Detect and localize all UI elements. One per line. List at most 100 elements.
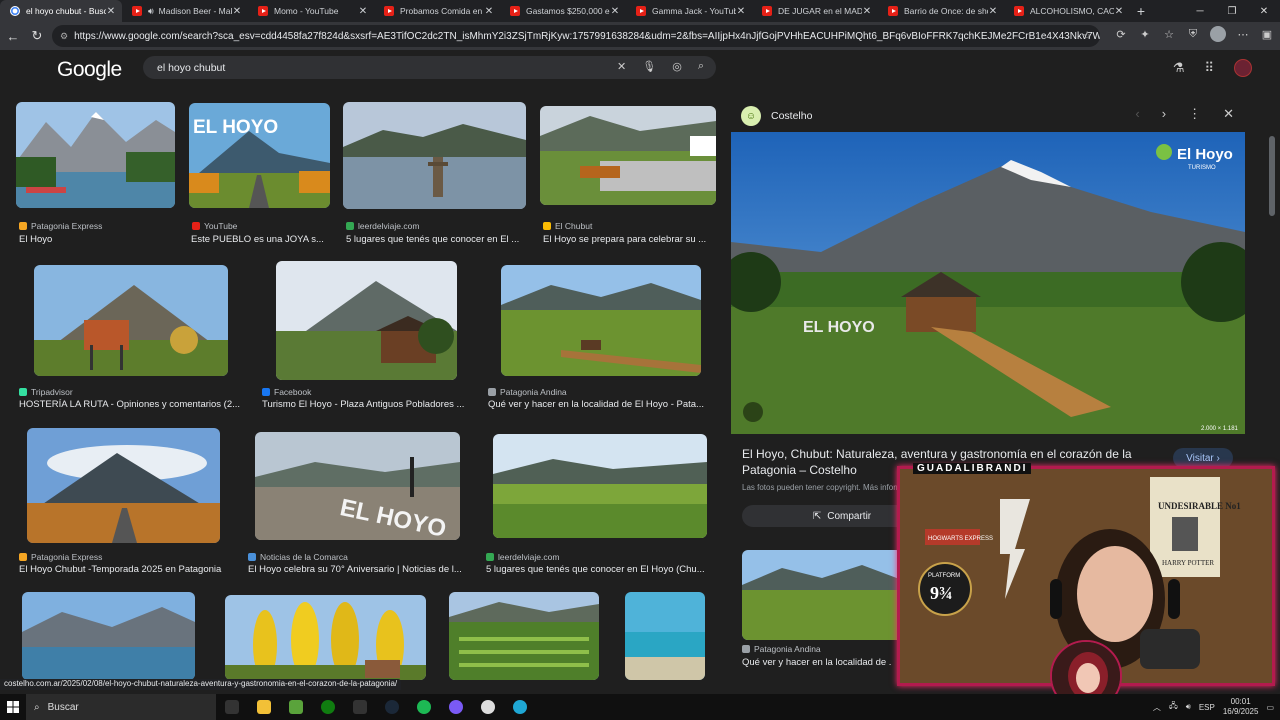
menu-dots-icon[interactable]: ⋯ [1236, 27, 1250, 41]
result-thumbnail[interactable] [34, 265, 228, 376]
tab-youtube[interactable]: Momo - YouTube ✕ [248, 0, 374, 22]
close-tab-icon[interactable]: ✕ [232, 6, 242, 17]
result-title[interactable]: 5 lugares que tenés que conocer en El Ho… [486, 564, 710, 575]
search-input[interactable]: el hoyo chubut ✕ 🎙︎ ◎ ⌕ [143, 56, 716, 79]
shield-icon[interactable]: ⛨ [1186, 27, 1200, 41]
close-tab-icon[interactable]: ✕ [484, 6, 494, 17]
address-bar[interactable]: ⚙ https://www.google.com/search?sca_esv=… [52, 25, 1100, 47]
spotify-icon[interactable] [408, 694, 440, 720]
close-window-icon[interactable]: ✕ [1248, 0, 1280, 22]
edge-icon[interactable] [504, 694, 536, 720]
tab-youtube[interactable]: DE JUGAR en el MADRID ✕ [752, 0, 878, 22]
result-source: Facebook [262, 387, 311, 397]
preview-image[interactable]: EL HOYO El Hoyo TURISMO 2.000 × 1.181 [731, 132, 1245, 434]
speaker-icon[interactable]: 🔊︎ [148, 6, 154, 17]
site-info-icon[interactable]: ⚙ [60, 31, 68, 42]
lens-icon[interactable]: ◎ [672, 60, 682, 73]
bookmark-star-icon[interactable]: ☆ [1082, 29, 1092, 42]
result-title[interactable]: 5 lugares que tenés que conocer en El ..… [346, 234, 526, 245]
network-icon[interactable]: 🖧︎ [1169, 700, 1178, 714]
tab-youtube[interactable]: Barrio de Once: de shopping ✕ [878, 0, 1004, 22]
site-name[interactable]: Costelho [771, 110, 812, 122]
notifications-icon[interactable]: ▭ [1266, 703, 1274, 712]
close-tab-icon[interactable]: ✕ [862, 6, 872, 17]
close-tab-icon[interactable]: ✕ [1114, 6, 1124, 17]
language-indicator[interactable]: ESP [1199, 703, 1215, 712]
xbox-icon[interactable] [312, 694, 344, 720]
volume-icon[interactable]: 🔊︎ [1186, 702, 1191, 712]
profile-avatar[interactable] [1210, 26, 1226, 42]
result-title[interactable]: El Hoyo Chubut -Temporada 2025 en Patago… [19, 564, 233, 575]
steam-icon[interactable] [376, 694, 408, 720]
back-icon[interactable]: ← [2, 25, 24, 47]
result-title[interactable]: El Hoyo celebra su 70° Aniversario | Not… [248, 564, 470, 575]
account-avatar[interactable] [1234, 59, 1252, 77]
close-icon[interactable]: ✕ [1223, 106, 1234, 122]
result-title[interactable]: Turismo El Hoyo - Plaza Antiguos Poblado… [262, 399, 470, 410]
apps-grid-icon[interactable]: ⠿ [1204, 60, 1214, 76]
result-thumbnail[interactable] [501, 265, 701, 376]
extension-icon[interactable]: ⟳ [1114, 27, 1128, 41]
close-tab-icon[interactable]: ✕ [988, 6, 998, 17]
tab-google-search[interactable]: el hoyo chubut - Buscar con Google ✕ [0, 0, 122, 22]
puzzle-icon[interactable]: ✦ [1138, 27, 1152, 41]
related-thumbnail[interactable] [742, 550, 902, 640]
result-title[interactable]: El Hoyo se prepara para celebrar su ... [543, 234, 715, 245]
search-icon[interactable]: ⌕ [698, 60, 704, 73]
sign-text: EL HOYO [803, 319, 875, 336]
visit-button[interactable]: Visitar › [1173, 448, 1233, 468]
result-thumbnail[interactable]: EL HOYO [189, 103, 330, 208]
restore-icon[interactable]: ❐ [1216, 0, 1248, 22]
result-thumbnail[interactable] [343, 102, 526, 209]
tab-youtube[interactable]: Probamos Comida en MacDonalds ✕ [374, 0, 500, 22]
source-favicon [346, 222, 354, 230]
result-thumbnail[interactable] [540, 106, 716, 205]
taskview-icon[interactable] [216, 694, 248, 720]
result-thumbnail[interactable] [493, 434, 707, 538]
reload-icon[interactable]: ↻ [26, 25, 48, 47]
clock[interactable]: 00:01 16/9/2025 [1223, 697, 1259, 717]
more-icon[interactable]: ⋮ [1188, 106, 1201, 122]
chrome-icon[interactable] [472, 694, 504, 720]
previous-icon[interactable]: ‹ [1135, 106, 1139, 122]
result-title[interactable]: Qué ver y hacer en la localidad de El Ho… [488, 399, 710, 410]
site-favicon: ☺ [741, 106, 761, 126]
next-icon[interactable]: › [1162, 106, 1166, 122]
close-tab-icon[interactable]: ✕ [736, 6, 746, 17]
clear-icon[interactable]: ✕ [617, 60, 626, 73]
result-thumbnail[interactable] [625, 592, 705, 680]
tray-arrow-icon[interactable]: ︿ [1153, 702, 1161, 713]
obs-icon[interactable] [440, 694, 472, 720]
new-tab-button[interactable]: + [1130, 0, 1152, 22]
result-thumbnail[interactable]: EL HOYO [255, 432, 460, 540]
taskbar-search[interactable]: ⌕ Buscar [26, 694, 216, 720]
google-logo[interactable]: Google [57, 58, 122, 82]
result-thumbnail[interactable] [27, 428, 220, 543]
close-tab-icon[interactable]: ✕ [106, 6, 116, 17]
minecraft-icon[interactable] [280, 694, 312, 720]
related-title[interactable]: Qué ver y hacer en la localidad de ... [742, 657, 892, 668]
result-thumbnail[interactable] [449, 592, 599, 680]
result-thumbnail[interactable] [276, 261, 457, 380]
labs-flask-icon[interactable]: ⚗ [1173, 60, 1185, 76]
epic-games-icon[interactable] [344, 694, 376, 720]
tab-youtube[interactable]: Gastamos $250,000 en la feria ✕ [500, 0, 626, 22]
minimize-icon[interactable]: ─ [1184, 0, 1216, 22]
tab-youtube[interactable]: 🔊︎ Madison Beer - Make You Mine ✕ [122, 0, 248, 22]
result-thumbnail[interactable] [16, 102, 175, 208]
result-thumbnail[interactable] [22, 592, 195, 680]
file-explorer-icon[interactable] [248, 694, 280, 720]
close-tab-icon[interactable]: ✕ [358, 6, 368, 17]
result-title[interactable]: HOSTERÍA LA RUTA - Opiniones y comentari… [19, 399, 245, 410]
result-thumbnail[interactable] [225, 595, 426, 680]
windows-start-icon[interactable] [0, 694, 26, 720]
sidebar-icon[interactable]: ▣ [1260, 27, 1274, 41]
tab-youtube[interactable]: Gamma Jack - YouTube ✕ [626, 0, 752, 22]
result-title[interactable]: El Hoyo [19, 234, 175, 245]
close-tab-icon[interactable]: ✕ [610, 6, 620, 17]
microphone-icon[interactable]: 🎙︎ [642, 60, 656, 73]
tab-youtube[interactable]: ALCOHOLISMO, CAOS Y ✕ [1004, 0, 1130, 22]
favorites-icon[interactable]: ☆ [1162, 27, 1176, 41]
platform-label: PLATFORM [928, 573, 960, 579]
result-title[interactable]: Este PUEBLO es una JOYA s... [191, 234, 331, 245]
